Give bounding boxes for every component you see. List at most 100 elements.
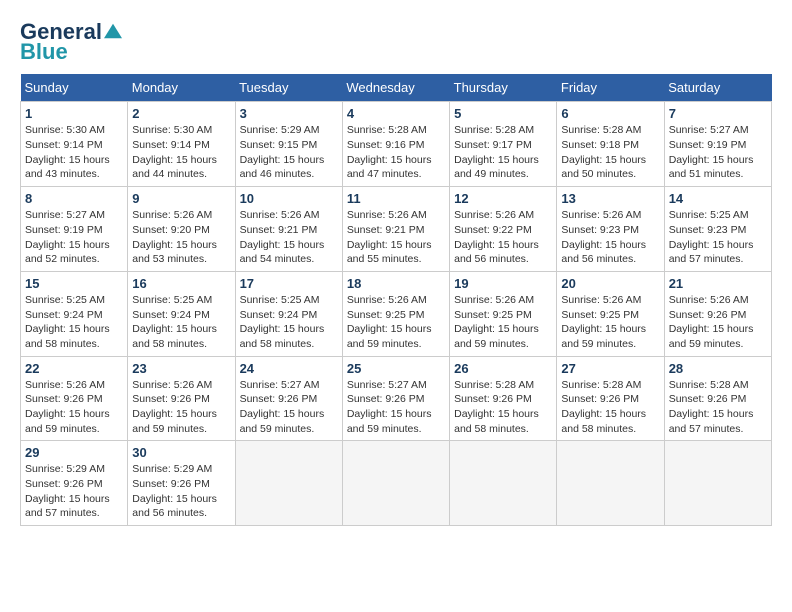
- day-cell: 23 Sunrise: 5:26 AMSunset: 9:26 PMDayligh…: [128, 356, 235, 441]
- day-number: 15: [25, 276, 123, 291]
- day-cell: 3 Sunrise: 5:29 AMSunset: 9:15 PMDaylight…: [235, 102, 342, 187]
- day-info: Sunrise: 5:26 AMSunset: 9:25 PMDaylight:…: [561, 293, 659, 352]
- day-cell: [450, 441, 557, 526]
- week-row-4: 22Sunrise: 5:26 AMSunset: 9:26 PMDayligh…: [21, 356, 772, 441]
- day-cell: 6 Sunrise: 5:28 AMSunset: 9:18 PMDaylight…: [557, 102, 664, 187]
- day-number: 17: [240, 276, 338, 291]
- day-number: 11: [347, 191, 445, 206]
- day-info: Sunrise: 5:27 AMSunset: 9:26 PMDaylight:…: [240, 378, 338, 437]
- day-cell: 2 Sunrise: 5:30 AMSunset: 9:14 PMDaylight…: [128, 102, 235, 187]
- day-number: 14: [669, 191, 767, 206]
- day-number: 5: [454, 106, 552, 121]
- weekday-header-row: SundayMondayTuesdayWednesdayThursdayFrid…: [21, 74, 772, 102]
- day-info: Sunrise: 5:26 AMSunset: 9:23 PMDaylight:…: [561, 208, 659, 267]
- day-cell: 10Sunrise: 5:26 AMSunset: 9:21 PMDayligh…: [235, 187, 342, 272]
- day-cell: 7 Sunrise: 5:27 AMSunset: 9:19 PMDaylight…: [664, 102, 771, 187]
- day-number: 21: [669, 276, 767, 291]
- day-number: 25: [347, 361, 445, 376]
- day-number: 12: [454, 191, 552, 206]
- weekday-header-monday: Monday: [128, 74, 235, 102]
- day-cell: 22Sunrise: 5:26 AMSunset: 9:26 PMDayligh…: [21, 356, 128, 441]
- day-cell: 14 Sunrise: 5:25 AMSunset: 9:23 PMDayligh…: [664, 187, 771, 272]
- day-number: 4: [347, 106, 445, 121]
- day-cell: 13 Sunrise: 5:26 AMSunset: 9:23 PMDayligh…: [557, 187, 664, 272]
- page-header: General Blue: [20, 20, 772, 64]
- weekday-header-sunday: Sunday: [21, 74, 128, 102]
- day-cell: 27Sunrise: 5:28 AMSunset: 9:26 PMDayligh…: [557, 356, 664, 441]
- weekday-header-tuesday: Tuesday: [235, 74, 342, 102]
- day-cell: 5 Sunrise: 5:28 AMSunset: 9:17 PMDaylight…: [450, 102, 557, 187]
- day-info: Sunrise: 5:28 AMSunset: 9:16 PMDaylight:…: [347, 123, 445, 182]
- day-info: Sunrise: 5:26 AMSunset: 9:20 PMDaylight:…: [132, 208, 230, 267]
- logo-icon: [104, 22, 122, 40]
- day-info: Sunrise: 5:26 AMSunset: 9:26 PMDaylight:…: [132, 378, 230, 437]
- day-info: Sunrise: 5:28 AMSunset: 9:26 PMDaylight:…: [454, 378, 552, 437]
- day-number: 3: [240, 106, 338, 121]
- day-cell: 12 Sunrise: 5:26 AMSunset: 9:22 PMDayligh…: [450, 187, 557, 272]
- day-cell: 30Sunrise: 5:29 AMSunset: 9:26 PMDayligh…: [128, 441, 235, 526]
- day-cell: [342, 441, 449, 526]
- day-info: Sunrise: 5:28 AMSunset: 9:26 PMDaylight:…: [669, 378, 767, 437]
- day-info: Sunrise: 5:28 AMSunset: 9:18 PMDaylight:…: [561, 123, 659, 182]
- day-cell: 9 Sunrise: 5:26 AMSunset: 9:20 PMDaylight…: [128, 187, 235, 272]
- calendar-table: SundayMondayTuesdayWednesdayThursdayFrid…: [20, 74, 772, 526]
- logo: General Blue: [20, 20, 122, 64]
- day-info: Sunrise: 5:26 AMSunset: 9:26 PMDaylight:…: [25, 378, 123, 437]
- day-number: 19: [454, 276, 552, 291]
- day-info: Sunrise: 5:27 AMSunset: 9:19 PMDaylight:…: [669, 123, 767, 182]
- day-cell: 11 Sunrise: 5:26 AMSunset: 9:21 PMDayligh…: [342, 187, 449, 272]
- day-info: Sunrise: 5:29 AMSunset: 9:26 PMDaylight:…: [25, 462, 123, 521]
- day-cell: [557, 441, 664, 526]
- day-cell: 21 Sunrise: 5:26 AMSunset: 9:26 PMDayligh…: [664, 271, 771, 356]
- weekday-header-thursday: Thursday: [450, 74, 557, 102]
- day-number: 9: [132, 191, 230, 206]
- day-cell: 17 Sunrise: 5:25 AMSunset: 9:24 PMDayligh…: [235, 271, 342, 356]
- day-info: Sunrise: 5:30 AMSunset: 9:14 PMDaylight:…: [132, 123, 230, 182]
- day-cell: 4 Sunrise: 5:28 AMSunset: 9:16 PMDaylight…: [342, 102, 449, 187]
- day-info: Sunrise: 5:27 AMSunset: 9:19 PMDaylight:…: [25, 208, 123, 267]
- day-number: 16: [132, 276, 230, 291]
- day-cell: 26 Sunrise: 5:28 AMSunset: 9:26 PMDayligh…: [450, 356, 557, 441]
- day-number: 1: [25, 106, 123, 121]
- week-row-3: 15 Sunrise: 5:25 AMSunset: 9:24 PMDayligh…: [21, 271, 772, 356]
- day-info: Sunrise: 5:30 AMSunset: 9:14 PMDaylight:…: [25, 123, 123, 182]
- day-info: Sunrise: 5:26 AMSunset: 9:26 PMDaylight:…: [669, 293, 767, 352]
- day-number: 6: [561, 106, 659, 121]
- day-number: 10: [240, 191, 338, 206]
- day-cell: 24 Sunrise: 5:27 AMSunset: 9:26 PMDayligh…: [235, 356, 342, 441]
- day-number: 29: [25, 445, 123, 460]
- day-number: 30: [132, 445, 230, 460]
- day-number: 13: [561, 191, 659, 206]
- day-info: Sunrise: 5:26 AMSunset: 9:22 PMDaylight:…: [454, 208, 552, 267]
- day-info: Sunrise: 5:29 AMSunset: 9:15 PMDaylight:…: [240, 123, 338, 182]
- day-number: 24: [240, 361, 338, 376]
- day-info: Sunrise: 5:25 AMSunset: 9:24 PMDaylight:…: [25, 293, 123, 352]
- day-cell: 1 Sunrise: 5:30 AMSunset: 9:14 PMDaylight…: [21, 102, 128, 187]
- day-cell: [664, 441, 771, 526]
- day-info: Sunrise: 5:25 AMSunset: 9:24 PMDaylight:…: [240, 293, 338, 352]
- day-cell: 28 Sunrise: 5:28 AMSunset: 9:26 PMDayligh…: [664, 356, 771, 441]
- day-info: Sunrise: 5:25 AMSunset: 9:23 PMDaylight:…: [669, 208, 767, 267]
- day-info: Sunrise: 5:28 AMSunset: 9:17 PMDaylight:…: [454, 123, 552, 182]
- day-number: 28: [669, 361, 767, 376]
- day-number: 7: [669, 106, 767, 121]
- day-cell: 20 Sunrise: 5:26 AMSunset: 9:25 PMDayligh…: [557, 271, 664, 356]
- day-cell: 25 Sunrise: 5:27 AMSunset: 9:26 PMDayligh…: [342, 356, 449, 441]
- weekday-header-friday: Friday: [557, 74, 664, 102]
- week-row-2: 8Sunrise: 5:27 AMSunset: 9:19 PMDaylight…: [21, 187, 772, 272]
- weekday-header-wednesday: Wednesday: [342, 74, 449, 102]
- day-info: Sunrise: 5:26 AMSunset: 9:25 PMDaylight:…: [454, 293, 552, 352]
- day-number: 2: [132, 106, 230, 121]
- day-number: 26: [454, 361, 552, 376]
- day-cell: [235, 441, 342, 526]
- day-cell: 18 Sunrise: 5:26 AMSunset: 9:25 PMDayligh…: [342, 271, 449, 356]
- day-number: 18: [347, 276, 445, 291]
- day-number: 20: [561, 276, 659, 291]
- day-number: 23: [132, 361, 230, 376]
- week-row-5: 29 Sunrise: 5:29 AMSunset: 9:26 PMDayligh…: [21, 441, 772, 526]
- day-info: Sunrise: 5:26 AMSunset: 9:21 PMDaylight:…: [347, 208, 445, 267]
- day-cell: 15 Sunrise: 5:25 AMSunset: 9:24 PMDayligh…: [21, 271, 128, 356]
- day-cell: 29 Sunrise: 5:29 AMSunset: 9:26 PMDayligh…: [21, 441, 128, 526]
- day-info: Sunrise: 5:26 AMSunset: 9:25 PMDaylight:…: [347, 293, 445, 352]
- day-info: Sunrise: 5:27 AMSunset: 9:26 PMDaylight:…: [347, 378, 445, 437]
